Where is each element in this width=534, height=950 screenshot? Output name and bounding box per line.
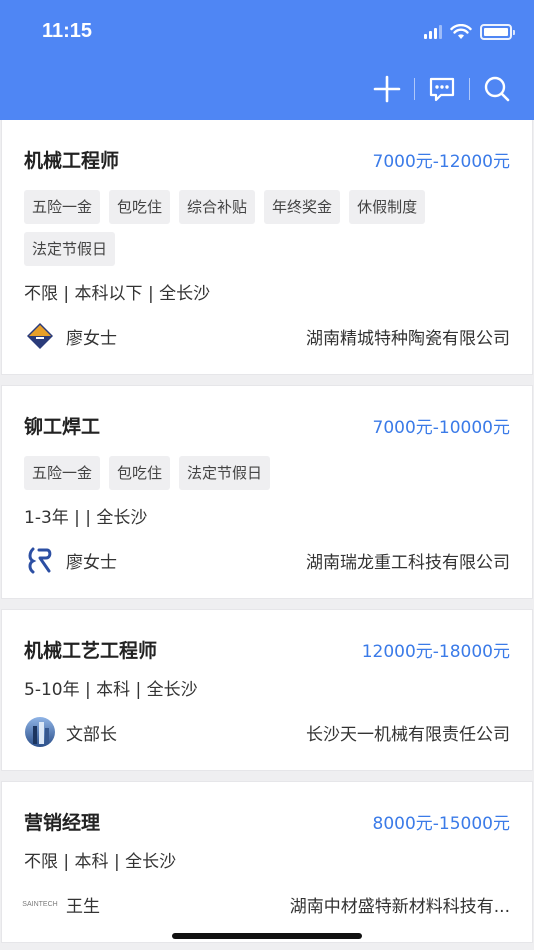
chat-icon: [429, 77, 455, 102]
job-list: 机械工程师 7000元-12000元 五险一金 包吃住 综合补贴 年终奖金 休假…: [0, 120, 534, 950]
contact-name: 廖女士: [66, 328, 117, 349]
messages-button[interactable]: [425, 72, 459, 106]
status-icons: [424, 22, 515, 42]
job-title: 机械工艺工程师: [24, 639, 158, 662]
job-salary: 8000元-15000元: [372, 813, 510, 834]
header-toolbar: [370, 72, 514, 106]
search-button[interactable]: [480, 72, 514, 106]
search-icon: [484, 76, 510, 102]
job-card[interactable]: 铆工焊工 7000元-10000元 五险一金 包吃住 法定节假日 1-3年 | …: [1, 385, 533, 599]
cellular-signal-icon: [424, 25, 442, 39]
job-card[interactable]: 营销经理 8000元-15000元 不限 | 本科 | 全长沙 SAINTECH…: [1, 781, 533, 943]
benefit-tag: 五险一金: [24, 456, 101, 490]
benefit-tags: 五险一金 包吃住 法定节假日: [24, 456, 510, 490]
job-requirements: 5-10年 | 本科 | 全长沙: [24, 680, 198, 700]
job-salary: 7000元-10000元: [372, 417, 510, 438]
benefit-tag: 包吃住: [109, 190, 171, 224]
plus-icon: [373, 75, 401, 103]
benefit-tag: 五险一金: [24, 190, 101, 224]
job-title: 营销经理: [24, 811, 101, 834]
company-logo-saintech: SAINTECH: [22, 900, 58, 908]
company-name: 湖南中材盛特新材料科技有...: [289, 896, 510, 917]
status-time: 11:15: [42, 20, 93, 42]
company-logo-ruilong: [24, 544, 56, 576]
company-logo-tianyi: [24, 716, 56, 748]
benefit-tags: 五险一金 包吃住 综合补贴 年终奖金 休假制度 法定节假日: [24, 190, 510, 266]
job-card[interactable]: 机械工程师 7000元-12000元 五险一金 包吃住 综合补贴 年终奖金 休假…: [1, 120, 533, 375]
job-requirements: 不限 | 本科以下 | 全长沙: [24, 284, 211, 304]
company-logo-jingcheng: [24, 320, 56, 352]
benefit-tag: 包吃住: [109, 456, 171, 490]
benefit-tag: 综合补贴: [179, 190, 256, 224]
contact-name: 文部长: [66, 724, 117, 745]
benefit-tag: 年终奖金: [264, 190, 341, 224]
benefit-tag: 法定节假日: [24, 232, 116, 266]
wifi-icon: [450, 24, 472, 39]
job-requirements: 不限 | 本科 | 全长沙: [24, 852, 177, 872]
company-name: 湖南瑞龙重工科技有限公司: [306, 552, 510, 573]
benefit-tag: 法定节假日: [179, 456, 271, 490]
contact-name: 王生: [66, 896, 100, 917]
company-name: 湖南精城特种陶瓷有限公司: [306, 328, 510, 349]
app-header: 11:15: [0, 0, 534, 120]
job-salary: 12000元-18000元: [361, 641, 510, 662]
job-title: 铆工焊工: [24, 415, 101, 438]
job-card[interactable]: 机械工艺工程师 12000元-18000元 5-10年 | 本科 | 全长沙 文…: [1, 609, 533, 771]
toolbar-divider: [414, 78, 415, 100]
home-indicator[interactable]: [172, 933, 362, 939]
toolbar-divider: [469, 78, 470, 100]
job-salary: 7000元-12000元: [372, 151, 510, 172]
job-title: 机械工程师: [24, 149, 120, 172]
benefit-tag: 休假制度: [349, 190, 426, 224]
job-requirements: 1-3年 | | 全长沙: [24, 508, 148, 528]
contact-name: 廖女士: [66, 552, 117, 573]
add-button[interactable]: [370, 72, 404, 106]
company-name: 长沙天一机械有限责任公司: [306, 724, 510, 745]
battery-icon: [480, 24, 515, 40]
